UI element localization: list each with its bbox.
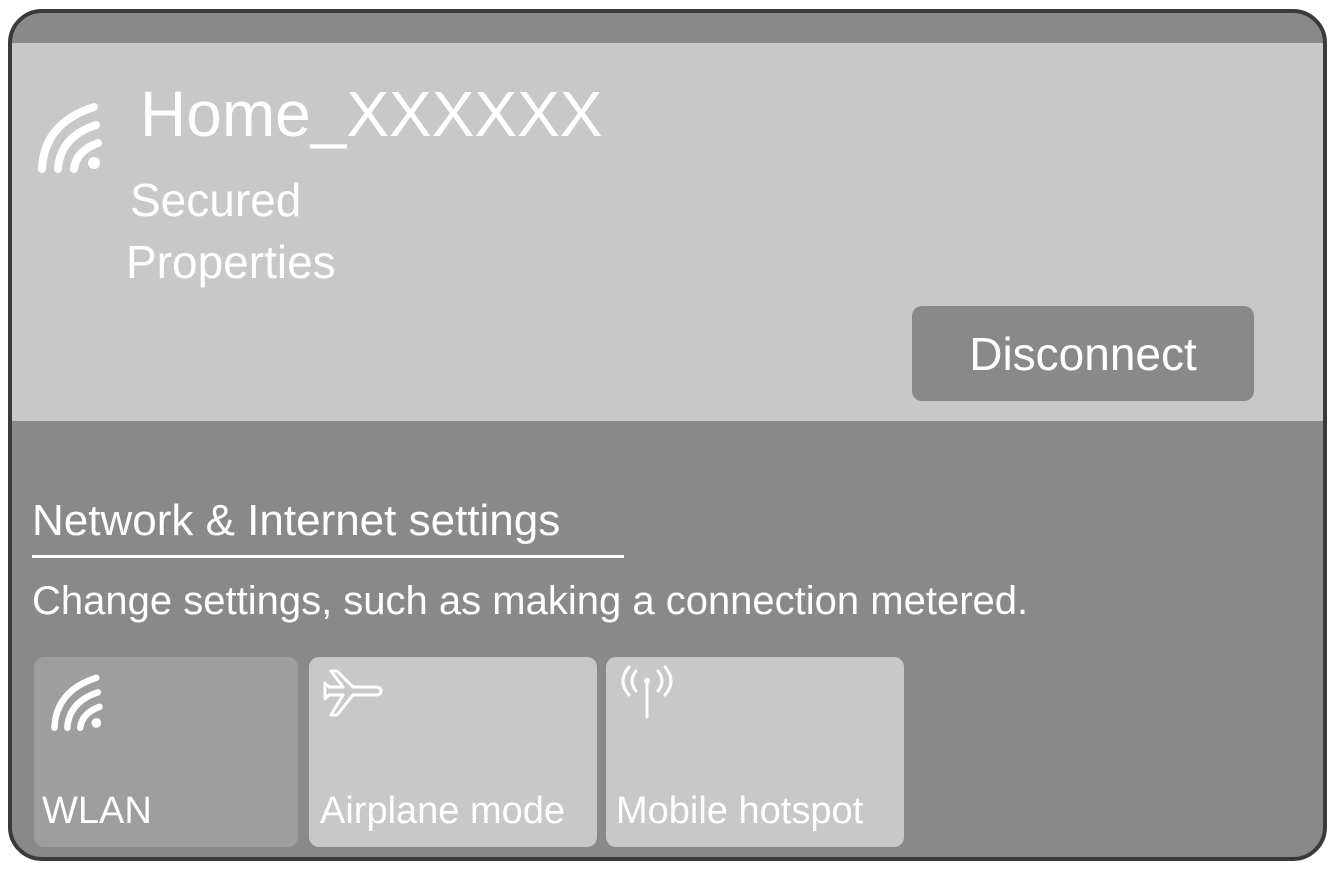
network-flyout-panel: Home_XXXXXX Secured Properties Disconnec… (8, 9, 1327, 861)
network-security-status: Secured (130, 174, 302, 226)
mobile-hotspot-tile[interactable]: Mobile hotspot (606, 657, 904, 847)
settings-description: Change settings, such as making a connec… (32, 579, 1029, 623)
network-internet-settings-link[interactable]: Network & Internet settings (32, 493, 560, 549)
wifi-icon (38, 103, 102, 173)
wlan-toggle-tile[interactable]: WLAN (34, 657, 298, 847)
network-name: Home_XXXXXX (140, 78, 603, 150)
airplane-mode-label: Airplane mode (320, 790, 566, 832)
mobile-hotspot-label: Mobile hotspot (616, 790, 864, 832)
wlan-label: WLAN (42, 790, 152, 832)
hotspot-icon (621, 665, 673, 719)
disconnect-button[interactable]: Disconnect (912, 306, 1254, 401)
airplane-mode-tile[interactable]: Airplane mode (309, 657, 597, 847)
settings-link-underline (32, 555, 624, 558)
wifi-icon (51, 674, 103, 731)
airplane-icon (323, 669, 383, 717)
properties-link[interactable]: Properties (126, 235, 336, 289)
